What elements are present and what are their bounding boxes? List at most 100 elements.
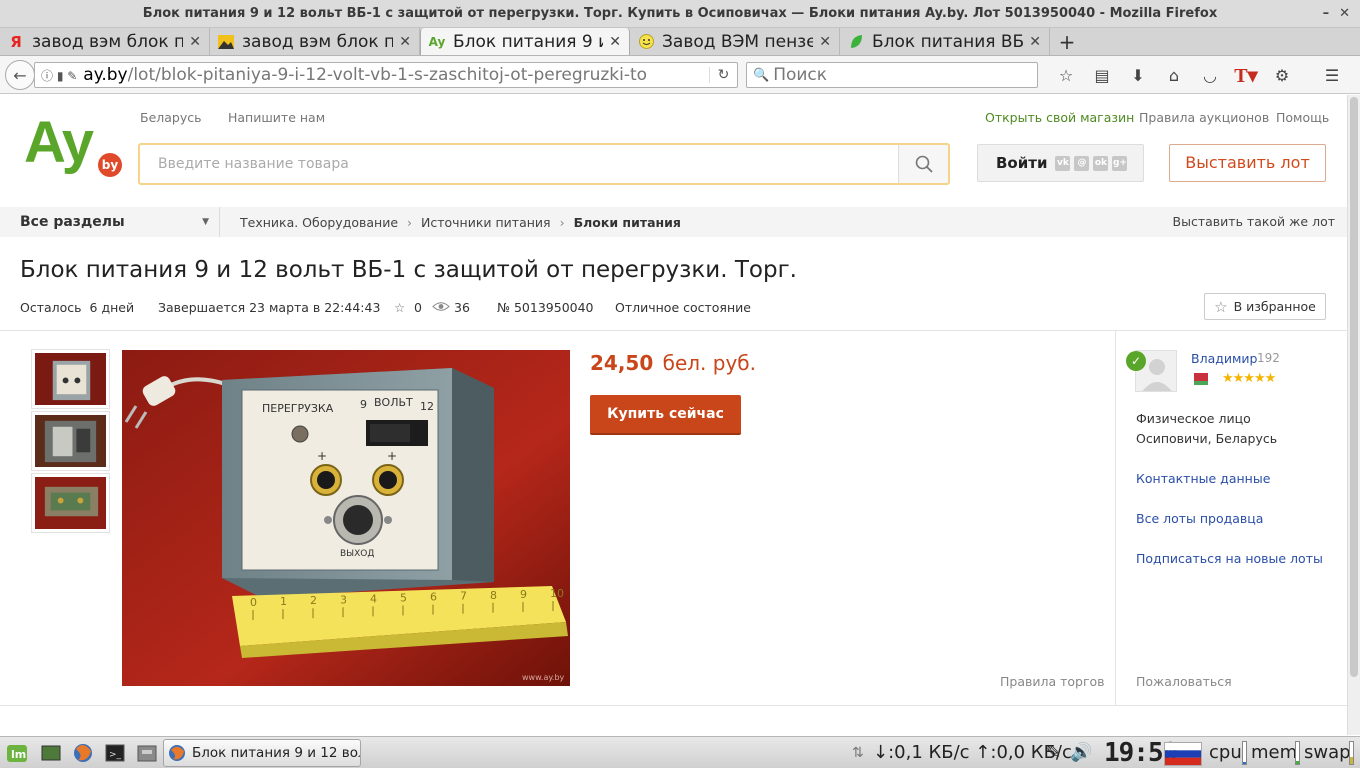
ruler-number: 9 [520,588,527,601]
close-tab-icon[interactable]: ✕ [399,34,411,50]
translate-icon[interactable]: T▾ [1228,62,1264,88]
menu-icon[interactable]: ☰ [1314,62,1350,88]
svg-text:>_: >_ [109,750,122,760]
close-tab-icon[interactable]: ✕ [819,34,831,50]
all-seller-lots-link[interactable]: Все лоты продавца [1136,511,1263,526]
firefox-icon [169,745,185,761]
breadcrumb-separator-icon: › [407,214,413,230]
close-tab-icon[interactable]: ✕ [189,34,201,50]
minimize-icon[interactable]: – [1323,0,1330,28]
contact-data-link[interactable]: Контактные данные [1136,471,1270,486]
breadcrumb-separator-icon: › [559,214,565,230]
lot-main-image[interactable]: ПЕРЕГРУЗКА 9 ВОЛЬТ 12 + + ВЫХОД 01234567… [122,350,570,686]
buy-now-button[interactable]: Купить сейчас [590,395,741,435]
thumbnail-2[interactable] [31,411,110,471]
tab-label: Блок питания 9 и 12 [453,31,603,52]
extension-icon[interactable]: ⚙ [1264,62,1300,88]
end-time: Завершается 23 марта в 22:44:43 [158,300,381,315]
new-tab-button[interactable]: + [1050,28,1084,55]
search-button[interactable] [898,145,948,183]
mail-icon[interactable]: @ [1074,155,1090,171]
belarus-flag-icon [1191,373,1208,385]
thumbnail-3[interactable] [31,473,110,533]
bookmark-star-icon[interactable]: ☆ [1048,62,1084,88]
download-icon[interactable]: ⬇ [1120,62,1156,88]
divider [1115,331,1116,705]
pen-icon[interactable]: ✎ [1046,737,1061,769]
tab-2[interactable]: завод вэм блок пита ✕ [210,28,420,55]
image-icon [218,34,234,50]
star-count-icon[interactable]: ☆ [394,300,405,315]
add-to-favorites-button[interactable]: ☆ В избранное [1204,293,1326,320]
cpu-meter [1242,741,1247,765]
help-link[interactable]: Помощь [1276,110,1329,125]
seller-score: 192 [1257,351,1280,365]
keyboard-layout-flag-icon[interactable] [1164,742,1202,766]
page-scrollbar[interactable] [1347,95,1360,735]
smiley-icon [638,34,654,50]
close-window-icon[interactable]: ✕ [1339,0,1350,28]
chevron-down-icon: ▼ [202,217,209,227]
scrollbar-thumb[interactable] [1350,97,1358,677]
subscribe-new-lots-link[interactable]: Подписаться на новые лоты [1136,551,1323,566]
verified-check-icon: ✓ [1126,351,1146,371]
breadcrumb-current[interactable]: Блоки питания [574,215,681,230]
window-title-bar: Блок питания 9 и 12 вольт ВБ-1 с защитой… [0,0,1360,28]
reading-list-icon[interactable]: ▤ [1084,62,1120,88]
auction-rules-link[interactable]: Правила аукционов [1139,110,1269,125]
ok-icon[interactable]: ok [1093,155,1109,171]
volume-icon[interactable]: 🔊 [1070,737,1092,769]
trade-rules-link[interactable]: Правила торгов [1000,674,1105,689]
search-engine-icon[interactable]: 🔍 [753,68,769,83]
back-button[interactable]: ← [5,60,35,90]
site-identity-icons[interactable]: ⓘ ▮ ✎ [35,67,77,84]
complain-link[interactable]: Пожаловаться [1136,674,1232,689]
site-logo[interactable]: Ay by [24,110,124,177]
region-link[interactable]: Беларусь [140,110,202,125]
image-text-nine: 9 [360,398,367,411]
url-host: ay.by [83,65,128,85]
show-desktop-icon[interactable] [40,742,62,764]
task-label: Блок питания 9 и 12 вольт [192,745,360,761]
reload-icon[interactable]: ↻ [709,67,737,83]
category-bar: Все разделы ▼ Техника. Оборудование › Ис… [0,207,1347,237]
close-tab-icon[interactable]: ✕ [1029,34,1041,50]
star-icon: ☆ [1214,297,1228,316]
star-count: 0 [414,300,422,315]
tab-3-active[interactable]: Ay Блок питания 9 и 12 ✕ [420,28,630,55]
place-same-lot-link[interactable]: Выставить такой же лот [1173,207,1335,237]
logo-text: Ay [24,110,94,175]
site-search-input[interactable] [140,146,898,182]
vk-icon[interactable]: vk [1055,155,1071,171]
url-bar[interactable]: ⓘ ▮ ✎ ay.by /lot/blok-pitaniya-9-i-12-vo… [34,62,738,88]
file-manager-icon[interactable] [136,742,158,764]
breadcrumb-item[interactable]: Источники питания [421,215,551,230]
seller-name[interactable]: Владимир [1191,351,1257,366]
terminal-icon[interactable]: >_ [104,742,126,764]
tab-1[interactable]: Я завод вэм блок пита ✕ [0,28,210,55]
view-count: 36 [454,300,470,315]
network-icon[interactable]: ⇅ [852,737,864,769]
tab-label: завод вэм блок пита [32,31,183,52]
tab-4[interactable]: Завод ВЭМ пензенск ✕ [630,28,840,55]
browser-search-input[interactable]: 🔍 Поиск [746,62,1038,88]
mint-menu-icon[interactable]: lm [6,742,28,764]
pocket-icon[interactable]: ◡ [1192,62,1228,88]
price-currency: бел. руб. [662,351,756,375]
place-lot-button[interactable]: Выставить лот [1169,144,1326,182]
tab-5[interactable]: Блок питания ВБ-1 ч ✕ [840,28,1050,55]
thumbnail-1[interactable] [31,349,110,409]
breadcrumb-item[interactable]: Техника. Оборудование [240,215,398,230]
write-us-link[interactable]: Напишите нам [228,110,325,125]
firefox-launcher-icon[interactable] [72,742,94,764]
all-sections-dropdown[interactable]: Все разделы ▼ [0,207,220,237]
home-icon[interactable]: ⌂ [1156,62,1192,88]
seller-rating-stars: ★★★★★ [1222,371,1276,386]
google-plus-icon[interactable]: g+ [1112,155,1128,171]
navigation-bar: ← ⓘ ▮ ✎ ay.by /lot/blok-pitaniya-9-i-12-… [0,56,1360,94]
login-button[interactable]: Войти [996,154,1047,172]
close-tab-icon[interactable]: ✕ [609,34,621,50]
taskbar-task-firefox[interactable]: Блок питания 9 и 12 вольт [163,739,361,767]
eye-icon [432,300,450,315]
open-shop-link[interactable]: Открыть свой магазин [985,110,1134,125]
